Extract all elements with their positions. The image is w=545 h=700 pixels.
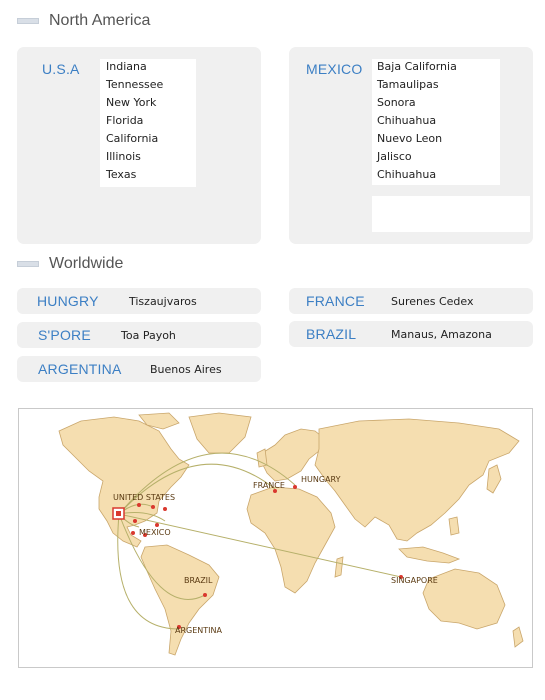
- country-label: FRANCE: [306, 293, 365, 309]
- north-america-header: North America: [17, 9, 150, 33]
- map-label-singapore: SINGAPORE: [391, 576, 438, 585]
- new-zealand-shape: [512, 626, 524, 648]
- africa-shape: [246, 486, 336, 594]
- map-label-brazil: BRAZIL: [184, 576, 213, 585]
- list-item: Florida: [102, 112, 194, 130]
- list-item: Chihuahua: [373, 112, 497, 130]
- worldwide-title: Worldwide: [49, 255, 124, 272]
- list-item: Indiana: [102, 58, 194, 76]
- madagascar-shape: [334, 556, 344, 578]
- location-label: Manaus, Amazona: [391, 327, 492, 341]
- map-label-argentina: ARGENTINA: [175, 626, 223, 635]
- list-item: Baja California: [373, 58, 497, 76]
- worldwide-entry-argentina: ARGENTINA Buenos Aires: [17, 356, 261, 382]
- list-item: Illinois: [102, 148, 194, 166]
- south-america-shape: [140, 544, 220, 656]
- worldwide-header: Worldwide: [17, 252, 123, 276]
- list-item: New York: [102, 94, 194, 112]
- worldwide-entry-hungry: HUNGRY Tiszaujvaros: [17, 288, 261, 314]
- world-map-svg: UNITED STATES MEXICO BRAZIL ARGENTINA FR…: [58, 412, 524, 656]
- list-item: Tamaulipas: [373, 76, 497, 94]
- location-label: Toa Payoh: [121, 328, 176, 342]
- marker-dot: [163, 507, 167, 511]
- section-bar-icon: [17, 261, 39, 267]
- world-map: UNITED STATES MEXICO BRAZIL ARGENTINA FR…: [18, 408, 533, 668]
- worldwide-entry-france: FRANCE Surenes Cedex: [289, 288, 533, 314]
- north-america-title: North America: [49, 12, 151, 29]
- list-item: Sonora: [373, 94, 497, 112]
- usa-city-list: Indiana Tennessee New York Florida Calif…: [102, 58, 194, 184]
- country-label: ARGENTINA: [38, 361, 122, 377]
- marker-dot: [155, 523, 159, 527]
- hq-marker-inner: [116, 511, 121, 516]
- country-label: BRAZIL: [306, 326, 357, 342]
- marker-dot: [133, 519, 137, 523]
- list-item: Jalisco: [373, 148, 497, 166]
- map-label-hungary: HUNGARY: [301, 475, 341, 484]
- mexico-label: MEXICO: [306, 61, 363, 77]
- worldwide-entry-brazil: BRAZIL Manaus, Amazona: [289, 321, 533, 347]
- philippines-shape: [448, 516, 460, 536]
- list-item: Texas: [102, 166, 194, 184]
- section-bar-icon: [17, 18, 39, 24]
- usa-label: U.S.A: [42, 61, 80, 77]
- landmasses: [58, 412, 524, 656]
- marker-dot: [293, 485, 297, 489]
- marker-dot: [151, 505, 155, 509]
- japan-shape: [486, 464, 502, 494]
- greenland-shape: [188, 412, 252, 454]
- list-item: Chihuahua: [373, 166, 497, 184]
- usa-panel: U.S.A Indiana Tennessee New York Florida…: [17, 47, 261, 244]
- marker-dot: [131, 531, 135, 535]
- list-item: Tennessee: [102, 76, 194, 94]
- worldwide-entry-spore: S'PORE Toa Payoh: [17, 322, 261, 348]
- europe-shape: [258, 428, 326, 482]
- indonesia-shape: [398, 546, 461, 564]
- country-label: HUNGRY: [37, 293, 99, 309]
- mexico-empty-box: [372, 196, 530, 232]
- list-item: California: [102, 130, 194, 148]
- map-label-france: FRANCE: [253, 481, 285, 490]
- marker-dot: [203, 593, 207, 597]
- list-item: Nuevo Leon: [373, 130, 497, 148]
- mexico-city-list: Baja California Tamaulipas Sonora Chihua…: [373, 58, 497, 184]
- location-label: Buenos Aires: [150, 362, 222, 376]
- map-label-mexico: MEXICO: [139, 528, 171, 537]
- mexico-panel: MEXICO Baja California Tamaulipas Sonora…: [289, 47, 533, 244]
- map-label-united-states: UNITED STATES: [113, 493, 175, 502]
- marker-dot: [137, 503, 141, 507]
- location-label: Tiszaujvaros: [129, 294, 197, 308]
- country-label: S'PORE: [38, 327, 91, 343]
- location-label: Surenes Cedex: [391, 294, 474, 308]
